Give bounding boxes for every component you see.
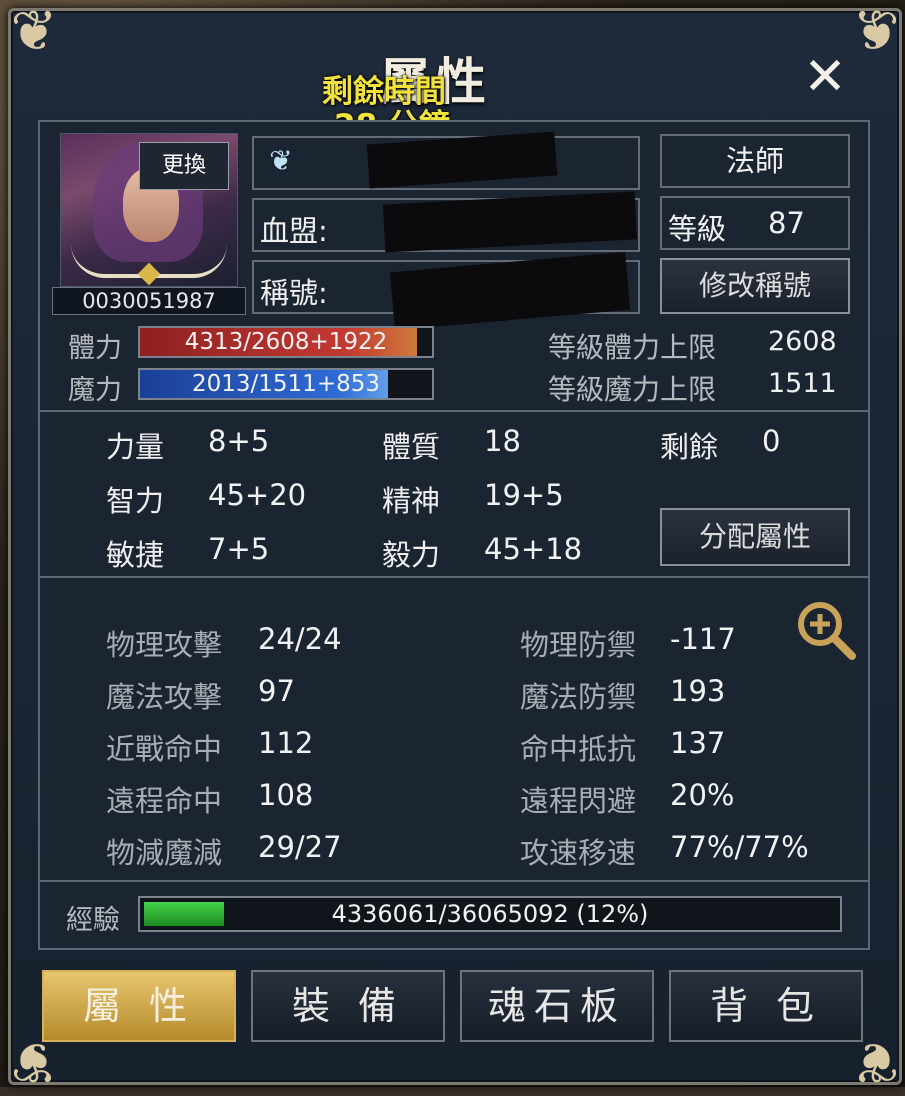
title-label: 稱號: [260, 276, 328, 310]
ranged-hit-value: 108 [258, 778, 314, 812]
ranged-evade-value: 20% [670, 778, 735, 812]
tab-bag[interactable]: 背 包 [669, 970, 863, 1042]
melee-hit-label: 近戰命中 [106, 732, 223, 766]
mp-bar: 2013/1511+853 [138, 368, 434, 400]
tab-equipment[interactable]: 裝 備 [251, 970, 445, 1042]
mp-bar-text: 2013/1511+853 [192, 371, 380, 397]
level-label: 等級 [668, 212, 727, 246]
divider [38, 410, 868, 412]
dex-value: 7+5 [208, 532, 270, 566]
ornament-corner-icon: ❦ [10, 0, 58, 64]
mp-limit-label: 等級魔力上限 [548, 373, 717, 406]
tab-attributes[interactable]: 屬 性 [42, 970, 236, 1042]
close-icon[interactable]: ✕ [800, 51, 850, 103]
level-box: 等級 87 [660, 196, 850, 250]
physical-defense-label: 物理防禦 [520, 628, 637, 662]
str-value: 8+5 [208, 424, 270, 458]
dex-label: 敏捷 [106, 538, 165, 572]
mp-label: 魔力 [68, 375, 122, 406]
magic-defense-label: 魔法防禦 [520, 680, 637, 714]
speed-value: 77%/77% [670, 830, 809, 864]
int-label: 智力 [106, 484, 165, 518]
con-label: 體質 [382, 430, 441, 464]
angel-wing-icon: ❦ [269, 144, 293, 177]
divider [38, 576, 868, 578]
damage-reduction-value: 29/27 [258, 830, 342, 864]
magic-attack-value: 97 [258, 674, 295, 708]
physical-attack-value: 24/24 [258, 622, 342, 656]
physical-attack-label: 物理攻擊 [106, 628, 223, 662]
physical-defense-value: -117 [670, 622, 736, 656]
magic-defense-value: 193 [670, 674, 726, 708]
tab-soulstone[interactable]: 魂石板 [460, 970, 654, 1042]
edit-title-button[interactable]: 修改稱號 [660, 258, 850, 314]
clan-label: 血盟: [260, 214, 328, 248]
will-label: 毅力 [382, 538, 441, 572]
exp-bar: 4336061/36065092 (12%) [138, 896, 842, 932]
exp-label: 經驗 [66, 905, 120, 936]
magic-attack-label: 魔法攻擊 [106, 680, 223, 714]
hit-resist-value: 137 [670, 726, 726, 760]
con-value: 18 [484, 424, 521, 458]
remain-label: 剩餘 [660, 430, 719, 464]
str-label: 力量 [106, 430, 165, 464]
class-name: 法師 [660, 134, 850, 188]
level-value: 87 [768, 206, 805, 240]
hp-limit-value: 2608 [768, 326, 837, 357]
mp-limit-value: 1511 [768, 368, 837, 399]
zoom-in-icon[interactable] [794, 598, 858, 662]
hp-limit-label: 等級體力上限 [548, 331, 717, 364]
int-value: 45+20 [208, 478, 307, 512]
speed-label: 攻速移速 [520, 836, 637, 870]
divider [38, 880, 868, 882]
wis-label: 精神 [382, 484, 441, 518]
will-value: 45+18 [484, 532, 583, 566]
allocate-stats-button[interactable]: 分配屬性 [660, 508, 850, 566]
ranged-hit-label: 遠程命中 [106, 784, 223, 818]
ornament-corner-icon: ❦ [852, 0, 900, 64]
hp-label: 體力 [68, 333, 122, 364]
damage-reduction-label: 物減魔減 [106, 836, 223, 870]
hp-bar-text: 4313/2608+1922 [184, 329, 388, 355]
player-id: 0030051987 [52, 287, 246, 315]
change-portrait-button[interactable]: 更換 [139, 142, 229, 190]
melee-hit-value: 112 [258, 726, 314, 760]
wis-value: 19+5 [484, 478, 564, 512]
exp-bar-text: 4336061/36065092 (12%) [331, 900, 649, 928]
hit-resist-label: 命中抵抗 [520, 732, 637, 766]
hp-bar: 4313/2608+1922 [138, 326, 434, 358]
ranged-evade-label: 遠程閃避 [520, 784, 637, 818]
remain-value: 0 [762, 424, 781, 458]
